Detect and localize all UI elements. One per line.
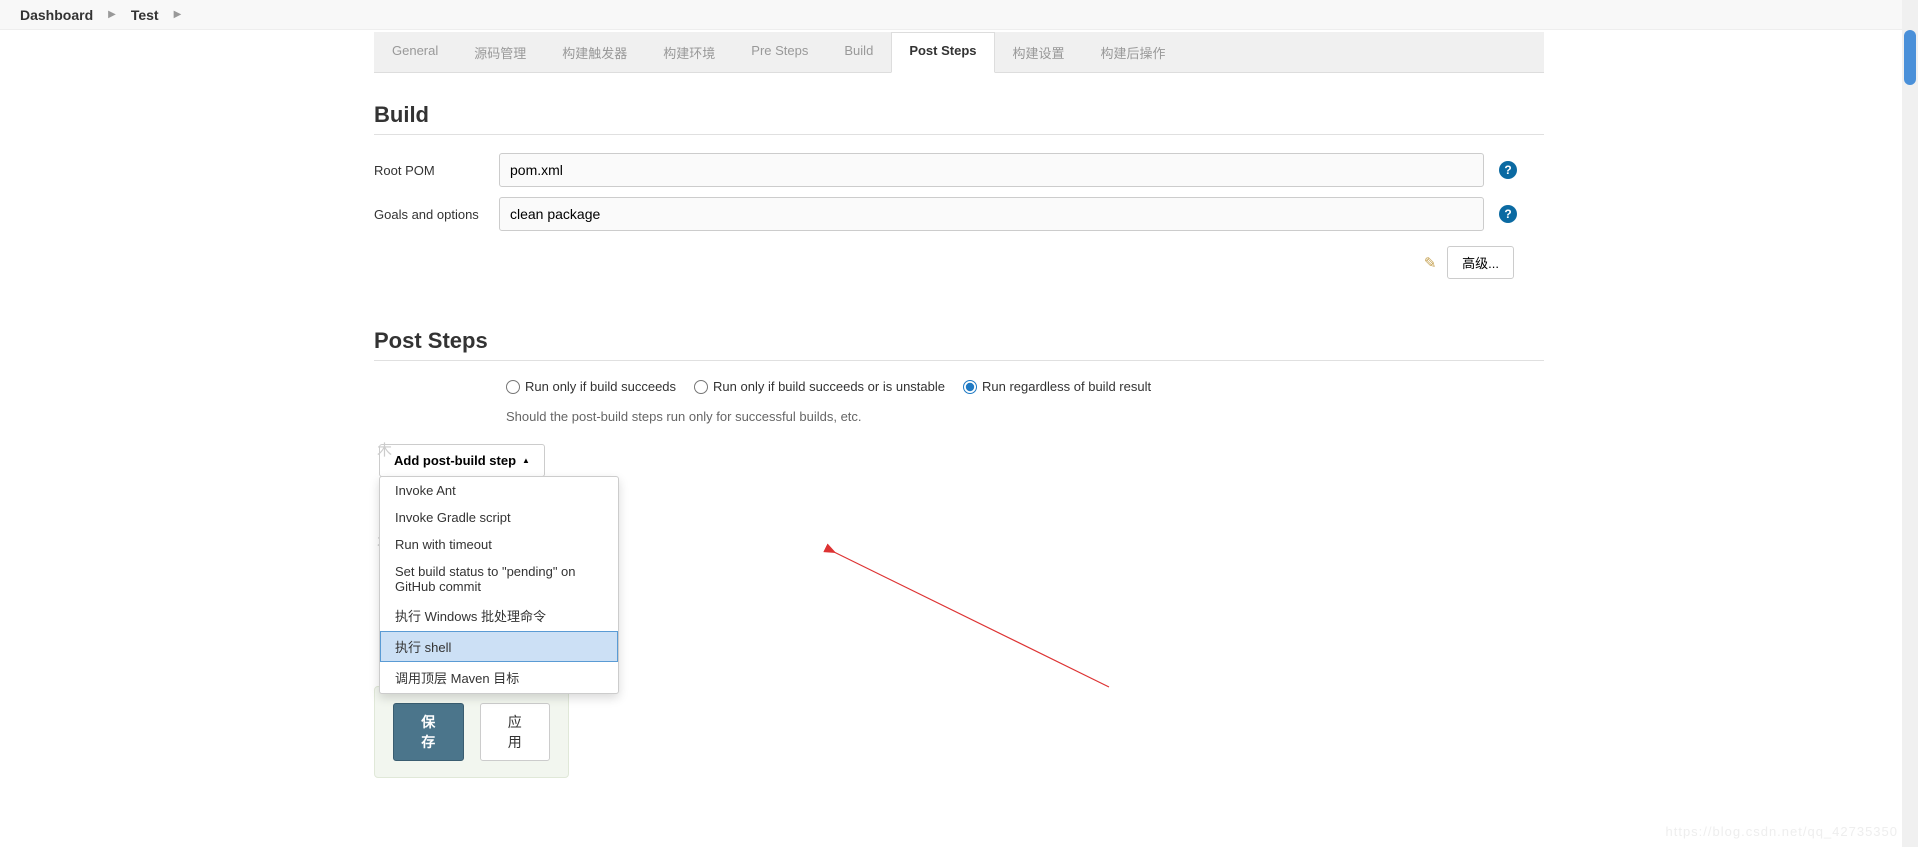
save-button[interactable]: 保存 [393, 703, 464, 761]
scrollbar-thumb[interactable] [1904, 30, 1916, 85]
breadcrumb: Dashboard ▶ Test ▶ [0, 0, 1918, 30]
tab-pre-steps[interactable]: Pre Steps [733, 32, 826, 72]
post-steps-help-text: Should the post-build steps run only for… [506, 409, 1544, 424]
add-post-build-step-button[interactable]: Add post-build step ▲ [379, 444, 545, 477]
menu-windows-batch[interactable]: 执行 Windows 批处理命令 [380, 600, 618, 631]
breadcrumb-test[interactable]: Test [131, 7, 159, 23]
post-steps-radio-group: Run only if build succeeds Run only if b… [506, 379, 1544, 394]
tab-build[interactable]: Build [826, 32, 891, 72]
menu-invoke-ant[interactable]: Invoke Ant [380, 477, 618, 504]
root-pom-label: Root POM [374, 163, 499, 178]
section-stub: 木 [377, 439, 392, 460]
watermark: https://blog.csdn.net/qq_42735350 [1666, 824, 1899, 839]
menu-execute-shell[interactable]: 执行 shell [380, 631, 618, 662]
radio-unstable-input[interactable] [694, 380, 708, 394]
tab-general[interactable]: General [374, 32, 456, 72]
config-tabs: General 源码管理 构建触发器 构建环境 Pre Steps Build … [374, 32, 1544, 73]
add-post-build-step-container: Add post-build step ▲ Invoke Ant Invoke … [379, 444, 545, 477]
breadcrumb-dashboard[interactable]: Dashboard [20, 7, 93, 23]
tab-triggers[interactable]: 构建触发器 [544, 32, 645, 72]
menu-maven-top[interactable]: 调用顶层 Maven 目标 [380, 662, 618, 693]
tab-post-build-actions[interactable]: 构建后操作 [1083, 32, 1184, 72]
goals-input[interactable] [499, 197, 1484, 231]
post-steps-section-title: Post Steps [374, 328, 1544, 361]
help-icon[interactable]: ? [1499, 205, 1517, 223]
radio-unstable-label: Run only if build succeeds or is unstabl… [713, 379, 945, 394]
build-section-title: Build [374, 102, 1544, 135]
menu-invoke-gradle[interactable]: Invoke Gradle script [380, 504, 618, 531]
menu-run-timeout[interactable]: Run with timeout [380, 531, 618, 558]
footer-actions: 保存 应用 [374, 686, 569, 778]
menu-github-pending[interactable]: Set build status to "pending" on GitHub … [380, 558, 618, 600]
advanced-button[interactable]: 高级... [1447, 246, 1514, 279]
chevron-right-icon: ▶ [108, 9, 116, 20]
goals-label: Goals and options [374, 207, 499, 222]
radio-unstable[interactable]: Run only if build succeeds or is unstabl… [694, 379, 945, 394]
radio-regardless[interactable]: Run regardless of build result [963, 379, 1151, 394]
tab-build-env[interactable]: 构建环境 [645, 32, 733, 72]
radio-succeeds-input[interactable] [506, 380, 520, 394]
radio-regardless-label: Run regardless of build result [982, 379, 1151, 394]
edit-icon: ✎ [1421, 254, 1439, 272]
radio-succeeds-label: Run only if build succeeds [525, 379, 676, 394]
scrollbar-track[interactable] [1902, 0, 1918, 847]
radio-succeeds[interactable]: Run only if build succeeds [506, 379, 676, 394]
radio-regardless-input[interactable] [963, 380, 977, 394]
add-post-build-step-menu: Invoke Ant Invoke Gradle script Run with… [379, 476, 619, 694]
tab-build-settings[interactable]: 构建设置 [995, 32, 1083, 72]
add-post-build-step-label: Add post-build step [394, 453, 516, 468]
chevron-right-icon: ▶ [174, 9, 182, 20]
help-icon[interactable]: ? [1499, 161, 1517, 179]
caret-up-icon: ▲ [522, 456, 530, 465]
tab-post-steps[interactable]: Post Steps [891, 32, 994, 73]
tab-scm[interactable]: 源码管理 [456, 32, 544, 72]
apply-button[interactable]: 应用 [480, 703, 551, 761]
root-pom-input[interactable] [499, 153, 1484, 187]
